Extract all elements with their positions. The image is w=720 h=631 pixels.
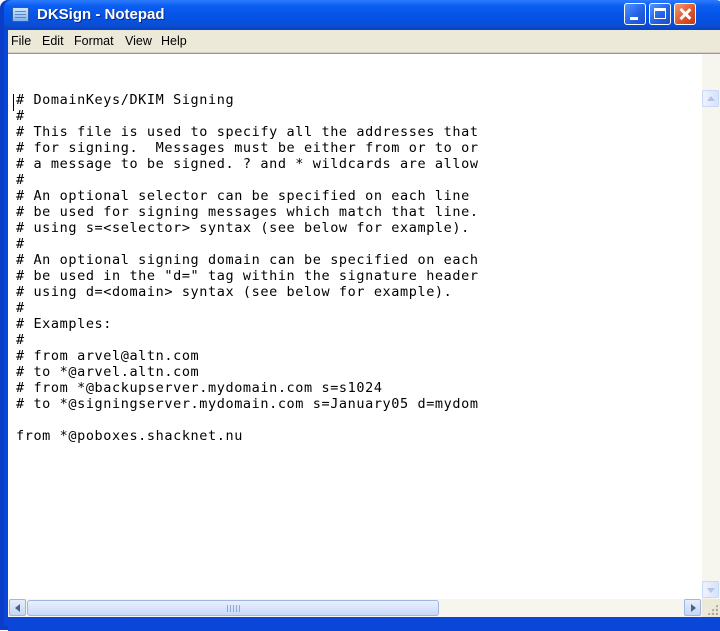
size-grip-icon[interactable] — [702, 599, 720, 617]
editor-line: from *@poboxes.shacknet.nu — [16, 428, 243, 444]
editor-line: # to *@arvel.altn.com — [16, 364, 200, 380]
editor-area: # DomainKeys/DKIM Signing # # This file … — [8, 53, 720, 631]
editor-line: # from arvel@altn.com — [16, 348, 200, 364]
editor-line: # — [16, 172, 25, 188]
editor-line: # — [16, 300, 25, 316]
editor-line: # DomainKeys/DKIM Signing — [16, 92, 235, 108]
maximize-icon — [654, 8, 666, 19]
scroll-left-icon — [15, 604, 20, 612]
scroll-thumb-grip-icon — [227, 605, 240, 612]
editor-line: # using s=<selector> syntax (see below f… — [16, 220, 470, 236]
editor-line: # This file is used to specify all the a… — [16, 124, 479, 140]
maximize-button[interactable] — [649, 3, 671, 25]
minimize-icon — [630, 17, 638, 20]
close-icon — [675, 4, 695, 24]
menu-format[interactable]: Format — [74, 34, 114, 48]
editor-line: # from *@backupserver.mydomain.com s=s10… — [16, 380, 383, 396]
minimize-button[interactable] — [624, 3, 646, 25]
editor-line: # using d=<domain> syntax (see below for… — [16, 284, 453, 300]
editor-line: # a message to be signed. ? and * wildca… — [16, 156, 479, 172]
editor-line: # An optional signing domain can be spec… — [16, 252, 479, 268]
editor-line: # be used for signing messages which mat… — [16, 204, 479, 220]
window-bottom-frame — [8, 617, 720, 631]
vertical-scrollbar[interactable] — [702, 54, 720, 599]
menu-edit[interactable]: Edit — [42, 34, 64, 48]
scroll-right-button[interactable] — [684, 599, 701, 616]
scroll-up-button[interactable] — [702, 90, 719, 107]
horizontal-scroll-thumb[interactable] — [27, 600, 439, 616]
text-editor[interactable]: # DomainKeys/DKIM Signing # # This file … — [8, 54, 702, 599]
editor-line: # — [16, 332, 25, 348]
editor-line: # — [16, 108, 25, 124]
editor-line: # Examples: — [16, 316, 113, 332]
editor-line: # — [16, 236, 25, 252]
window-title: DKSign - Notepad — [37, 6, 165, 23]
close-button[interactable] — [674, 3, 696, 25]
menu-help[interactable]: Help — [161, 34, 187, 48]
scroll-right-icon — [691, 604, 696, 612]
editor-line: # be used in the "d=" tag within the sig… — [16, 268, 479, 284]
editor-line: # for signing. Messages must be either f… — [16, 140, 479, 156]
text-caret — [13, 94, 14, 111]
notepad-window: DKSign - Notepad File Edit Format View H… — [0, 0, 720, 631]
notepad-app-icon[interactable] — [12, 7, 29, 22]
scroll-up-icon — [707, 96, 715, 101]
menu-bar: File Edit Format View Help — [8, 30, 720, 53]
editor-line: # to *@signingserver.mydomain.com s=Janu… — [16, 396, 479, 412]
editor-line: # An optional selector can be specified … — [16, 188, 470, 204]
scroll-left-button[interactable] — [9, 599, 26, 616]
menu-file[interactable]: File — [11, 34, 31, 48]
scroll-down-button[interactable] — [702, 581, 719, 598]
menu-view[interactable]: View — [125, 34, 152, 48]
horizontal-scrollbar[interactable] — [8, 599, 702, 617]
title-bar[interactable]: DKSign - Notepad — [4, 0, 720, 30]
scroll-down-icon — [707, 588, 715, 593]
